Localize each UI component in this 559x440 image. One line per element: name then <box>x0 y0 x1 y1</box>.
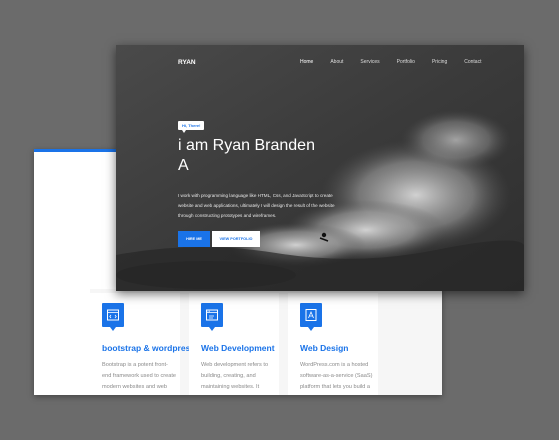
service-description: WordPress.com is a hosted software-as-a-… <box>300 362 373 390</box>
headline-line-1: i am Ryan Branden <box>178 137 315 154</box>
nav-item-contact[interactable]: Contact <box>464 59 481 65</box>
hero-window: RYAN Home About Services Portfolio Prici… <box>116 45 524 291</box>
nav-item-home[interactable]: Home <box>300 59 313 65</box>
service-title: Web Development <box>201 343 275 353</box>
hire-me-button[interactable]: HIRE ME <box>178 231 210 247</box>
headline-line-2: A <box>178 157 189 174</box>
hero-intro-text: I work with programming language like HT… <box>178 193 335 218</box>
view-portfolio-button[interactable]: VIEW PORTFOLIO <box>212 231 260 247</box>
code-window-icon <box>102 303 124 331</box>
nav-item-portfolio[interactable]: Portfolio <box>397 59 415 65</box>
service-description: Web development refers to building, crea… <box>201 362 269 390</box>
nav-item-services[interactable]: Services <box>360 59 379 65</box>
greeting-badge: Hi, There! <box>178 121 205 133</box>
service-description: Bootstrap is a potent front-end framewor… <box>102 362 176 390</box>
web-design-icon <box>300 303 322 331</box>
browser-code-icon <box>201 303 223 331</box>
service-card-web-design[interactable]: Web Design WordPress.com is a hosted sof… <box>288 293 378 395</box>
service-title: Web Design <box>300 343 349 353</box>
service-card-web-development[interactable]: Web Development Web development refers t… <box>189 293 279 395</box>
service-card-bootstrap[interactable]: bootstrap & wordpress Bootstrap is a pot… <box>90 293 196 395</box>
main-nav: Home About Services Portfolio Pricing Co… <box>300 59 498 65</box>
nav-item-about[interactable]: About <box>330 59 343 65</box>
brand-logo[interactable]: RYAN <box>178 59 196 66</box>
service-title: bootstrap & wordpress <box>102 343 196 353</box>
nav-item-pricing[interactable]: Pricing <box>432 59 447 65</box>
services-section: bootstrap & wordpress Bootstrap is a pot… <box>90 289 442 395</box>
hero-headline: i am Ryan Branden A <box>178 136 348 176</box>
